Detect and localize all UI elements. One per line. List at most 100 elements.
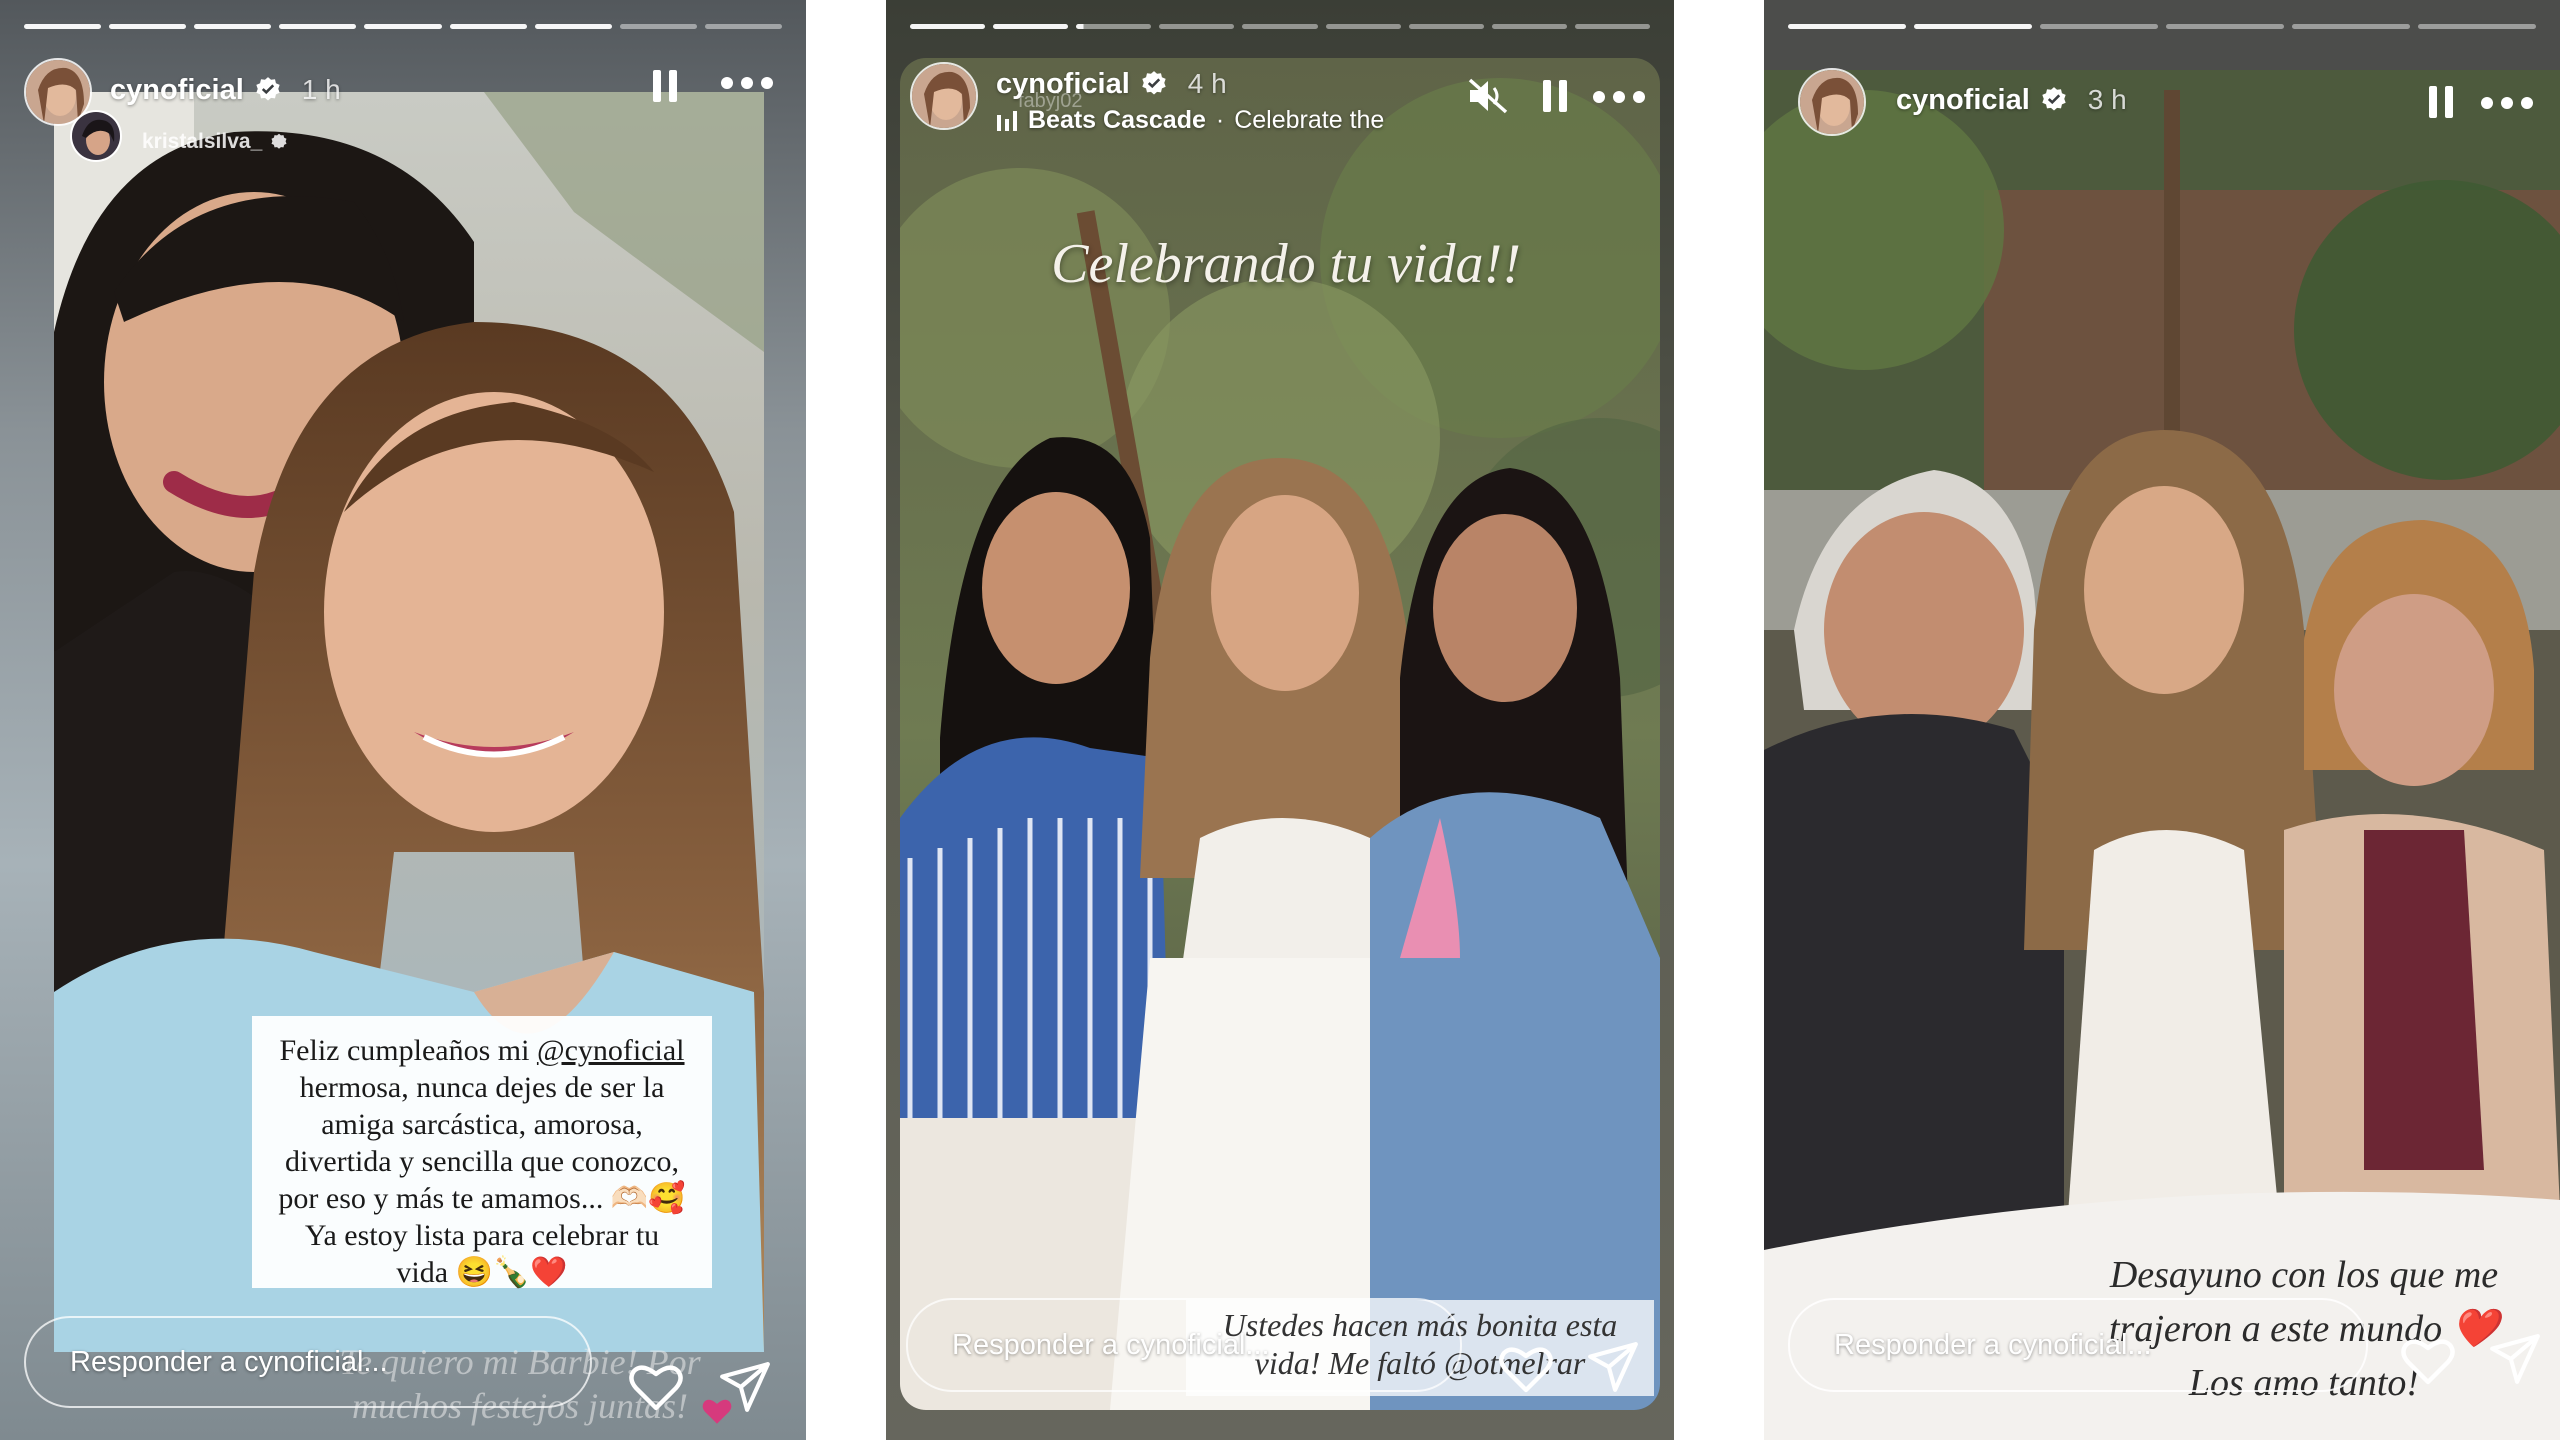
username[interactable]: cynoficial [1896, 84, 2030, 117]
caption-line: divertida y sencilla que conozco, [266, 1143, 698, 1180]
music-separator: · [1215, 106, 1225, 134]
send-icon [1588, 1342, 1638, 1392]
caption-line: amiga sarcástica, amorosa, [266, 1106, 698, 1143]
like-button[interactable] [2400, 1336, 2456, 1391]
heart-icon [2401, 1339, 2455, 1385]
mention-line: kristalsilva_ [142, 130, 288, 154]
caption-text: amiga sarcástica, amorosa, [321, 1108, 643, 1141]
progress-segment [2040, 24, 2158, 29]
reply-placeholder: Responder a cynoficial... [70, 1345, 388, 1378]
verified-badge-icon [271, 133, 287, 149]
verified-badge-icon [2042, 87, 2066, 111]
progress-segment [1242, 24, 1318, 29]
progress-segment [1788, 24, 1906, 29]
music-line[interactable]: Beats Cascade · Celebrate the [996, 106, 1384, 135]
caption-text: vida 😆🍾❤️ [396, 1256, 568, 1289]
username[interactable]: cynoficial [110, 74, 244, 107]
caption-text: Feliz cumpleaños mi [279, 1034, 537, 1067]
like-button[interactable] [1498, 1344, 1554, 1399]
send-button[interactable] [718, 1360, 772, 1419]
pause-button[interactable] [2426, 84, 2456, 120]
story-progress [910, 24, 1650, 30]
story-progress [24, 24, 782, 30]
pause-button[interactable] [650, 68, 680, 104]
caption-mention-link[interactable]: @cynoficial [537, 1034, 685, 1067]
pause-icon [2429, 86, 2453, 118]
story-photo [1764, 70, 2560, 1440]
family-photo [1764, 70, 2560, 1440]
send-button[interactable] [1586, 1340, 1640, 1399]
pause-icon [1543, 80, 1567, 112]
progress-segment [704, 24, 782, 29]
caption-line: por eso y más te amamos... 🫶🏻🥰 [266, 1180, 698, 1217]
story-panel-1: cynoficial 1 h kristalsilva_ Feliz cumpl… [0, 0, 806, 1440]
send-icon [2490, 1334, 2540, 1384]
mention-username[interactable]: kristalsilva_ [142, 130, 262, 154]
progress-segment [2418, 24, 2536, 29]
like-button[interactable] [628, 1362, 684, 1417]
caption-line: vida 😆🍾❤️ [266, 1254, 698, 1291]
progress-segment [194, 24, 272, 29]
heart-icon [1499, 1347, 1553, 1393]
caption-line: hermosa, nunca dejes de ser la [266, 1069, 698, 1106]
caption-line: Ya estoy lista para celebrar tu [266, 1217, 698, 1254]
progress-segment [1491, 24, 1567, 29]
music-title: Celebrate the [1234, 106, 1385, 134]
post-time: 4 h [1187, 68, 1227, 99]
progress-segment [1914, 24, 2032, 29]
avatar[interactable] [910, 62, 978, 130]
pause-icon [653, 70, 677, 102]
progress-segment [2166, 24, 2284, 29]
progress-segment [910, 24, 986, 29]
progress-segment [1408, 24, 1484, 29]
music-artist: Beats Cascade [1028, 106, 1206, 134]
caption-text: por eso y más te amamos... 🫶🏻🥰 [278, 1182, 686, 1215]
more-options-button[interactable] [1592, 90, 1646, 104]
story-header: cynoficial 3 h [1788, 68, 2536, 144]
mute-button[interactable] [1466, 76, 1510, 116]
mention-avatar[interactable] [70, 110, 122, 162]
progress-segment [279, 24, 357, 29]
more-icon [721, 77, 773, 89]
avatar[interactable] [1798, 68, 1866, 136]
heart-icon [629, 1365, 683, 1411]
send-button[interactable] [2488, 1332, 2542, 1391]
story-title-text: Celebrando tu vida!! [1051, 233, 1521, 295]
reply-input[interactable]: Responder a cynoficial... [1788, 1298, 2368, 1392]
more-options-button[interactable] [720, 76, 774, 90]
progress-segment [1076, 24, 1152, 29]
progress-segment [1574, 24, 1650, 29]
reply-placeholder: Responder a cynoficial... [952, 1328, 1270, 1361]
mute-icon [1468, 78, 1508, 114]
story-panel-3: cynoficial 3 h Desayuno con los que me t… [1764, 0, 2560, 1440]
progress-segment [24, 24, 102, 29]
music-bars-icon [997, 110, 1017, 131]
caption-text: Ya estoy lista para celebrar tu [304, 1219, 660, 1252]
more-icon [1593, 91, 1645, 103]
verified-badge-icon [256, 77, 280, 101]
reply-placeholder: Responder a cynoficial... [1834, 1328, 2152, 1361]
post-time: 3 h [2087, 84, 2127, 115]
progress-segment [1325, 24, 1401, 29]
progress-segment [2292, 24, 2410, 29]
more-options-button[interactable] [2480, 96, 2534, 110]
progress-segment [534, 24, 612, 29]
user-line: cynoficial 3 h [1896, 82, 2127, 118]
caption-text: divertida y sencilla que conozco, [284, 1145, 679, 1178]
user-line: cynoficial 1 h [110, 72, 341, 108]
caption-line: Desayuno con los que me [2109, 1254, 2499, 1296]
progress-segment [109, 24, 187, 29]
story-caption: Feliz cumpleaños mi @cynoficial hermosa, … [252, 1016, 712, 1291]
verified-badge-icon [1142, 71, 1166, 95]
pause-button[interactable] [1540, 78, 1570, 114]
progress-segment [1159, 24, 1235, 29]
story-header: cynoficial 4 h fabyj02 Beats Cascade · C… [910, 62, 1650, 138]
more-icon [2481, 97, 2533, 109]
post-time: 1 h [301, 74, 341, 105]
reply-input[interactable]: Responder a cynoficial... [906, 1298, 1462, 1392]
caption-line: Feliz cumpleaños mi @cynoficial [266, 1032, 698, 1069]
reply-input[interactable]: Responder a cynoficial... [24, 1316, 592, 1408]
story-panel-2: cynoficial 4 h fabyj02 Beats Cascade · C… [886, 0, 1674, 1440]
story-progress [1788, 24, 2536, 30]
progress-segment [449, 24, 527, 29]
